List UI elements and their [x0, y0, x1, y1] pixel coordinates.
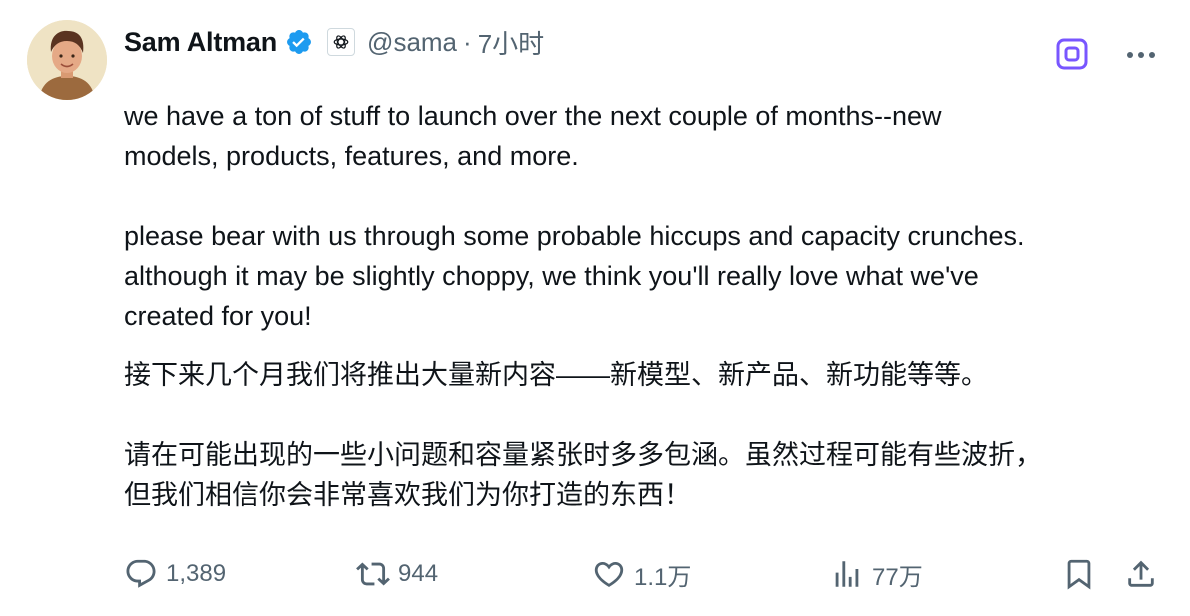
views-count: 77万: [872, 563, 923, 591]
tweet-text-zh-2: 请在可能出现的一些小问题和容量紧张时多多包涵。虽然过程可能有些波折， 但我们相信…: [124, 440, 1042, 510]
heart-icon: [594, 561, 624, 587]
retweet-count: 944: [398, 560, 439, 587]
author-handle[interactable]: @sama: [367, 27, 457, 58]
tweet-text-zh-1: 接下来几个月我们将推出大量新内容——新模型、新产品、新功能等等。: [124, 360, 988, 390]
verified-badge-icon[interactable]: [285, 28, 313, 56]
timestamp[interactable]: 7小时: [478, 24, 544, 61]
bookmark-button[interactable]: [1062, 552, 1096, 596]
separator-dot: ·: [463, 26, 472, 57]
views-button[interactable]: 77万: [830, 552, 923, 596]
avatar[interactable]: [27, 20, 107, 100]
bookmark-icon: [1067, 559, 1091, 590]
analytics-icon: [835, 561, 859, 587]
action-bar: 1,389 944 1.1万 77万: [0, 552, 1190, 596]
more-icon[interactable]: [1124, 45, 1158, 65]
author-name[interactable]: Sam Altman: [124, 27, 277, 58]
retweet-button[interactable]: 944: [356, 552, 438, 596]
share-icon: [1128, 560, 1154, 587]
reply-button[interactable]: 1,389: [124, 552, 226, 596]
avatar-image: [27, 20, 107, 100]
tweet-text-en-1: we have a ton of stuff to launch over th…: [124, 101, 942, 171]
grok-icon[interactable]: [1055, 37, 1089, 71]
tweet-text-en-2: please bear with us through some probabl…: [124, 221, 1025, 331]
reply-icon: [126, 559, 156, 588]
retweet-icon: [356, 562, 390, 586]
tweet-header: Sam Altman @sama · 7小时: [124, 22, 544, 62]
reply-count: 1,389: [166, 560, 227, 587]
openai-logo-icon[interactable]: [327, 28, 356, 56]
share-button[interactable]: [1124, 552, 1158, 596]
like-button[interactable]: 1.1万: [592, 552, 691, 596]
like-count: 1.1万: [634, 563, 692, 591]
